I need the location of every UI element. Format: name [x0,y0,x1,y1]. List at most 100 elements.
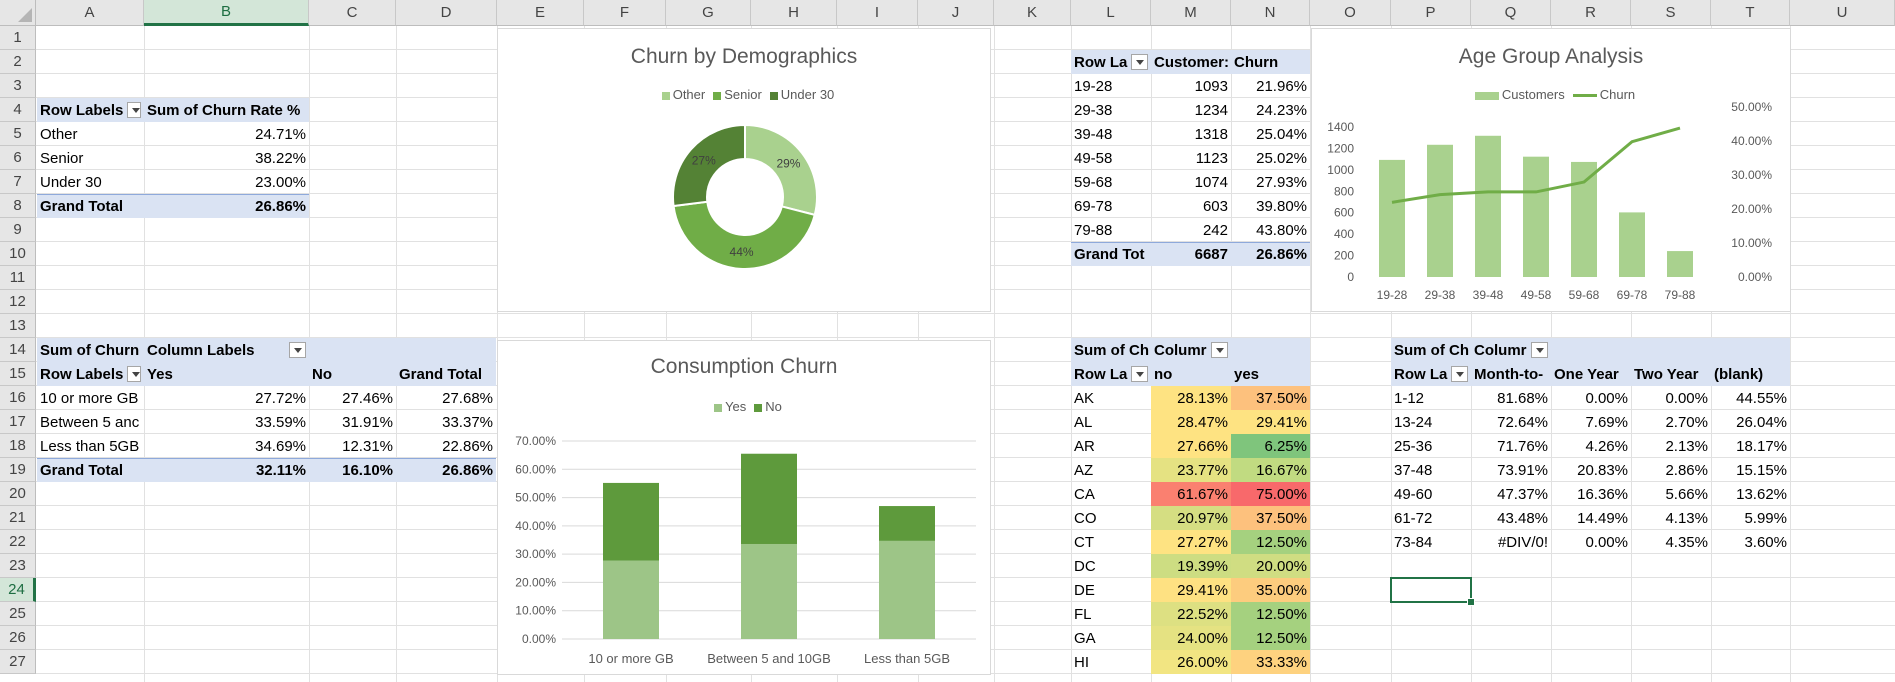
pivot-age-churn[interactable]: 21.96% [1231,74,1310,98]
row-header-13[interactable]: 13 [0,314,36,338]
pivot-state-no[interactable]: 29.41% [1151,578,1231,602]
pivot-cons-label[interactable]: Less than 5GB [37,434,144,458]
pivot-age-label[interactable]: 39-48 [1071,122,1151,146]
pivot-contract-label[interactable]: 73-84 [1391,530,1471,554]
column-header-o[interactable]: O [1310,0,1391,26]
filter-dropdown-icon[interactable] [1131,366,1148,382]
pivot-contract-label[interactable]: 25-36 [1391,434,1471,458]
pivot-state-yes[interactable]: 16.67% [1231,458,1310,482]
pivot-state-no[interactable]: 28.13% [1151,386,1231,410]
pivot-contract-label[interactable]: 61-72 [1391,506,1471,530]
select-all-corner[interactable] [0,0,36,26]
column-header-r[interactable]: R [1551,0,1631,26]
pivot-age-churn[interactable]: 25.04% [1231,122,1310,146]
column-header-i[interactable]: I [837,0,918,26]
pivot-cons-label[interactable]: 10 or more GB [37,386,144,410]
pivot-contract-two[interactable]: 5.66% [1631,482,1711,506]
pivot-contract-hdr-two[interactable]: Two Year [1631,362,1711,386]
pivot-contract-two[interactable]: 4.35% [1631,530,1711,554]
pivot-cons-total[interactable]: 22.86% [396,434,496,458]
pivot-contract-one[interactable]: 16.36% [1551,482,1631,506]
row-header-6[interactable]: 6 [0,146,36,170]
row-header-24[interactable]: 24 [0,578,36,602]
column-header-h[interactable]: H [751,0,837,26]
pivot-state-no[interactable]: 26.00% [1151,650,1231,674]
pivot-state-label[interactable]: CO [1071,506,1151,530]
pivot-cons-title[interactable]: Sum of Churn [37,338,144,362]
pivot-state-label[interactable]: AZ [1071,458,1151,482]
pivot-state-no[interactable]: 27.66% [1151,434,1231,458]
pivot-demo-total-value[interactable]: 26.86% [144,194,309,218]
pivot-age-churn[interactable]: 43.80% [1231,218,1310,242]
pivot-cons-column-labels[interactable]: Column Labels [144,338,309,362]
pivot-contract-row-labels[interactable]: Row La [1391,362,1471,386]
pivot-contract-one[interactable]: 14.49% [1551,506,1631,530]
pivot-cons-no[interactable]: 27.46% [309,386,396,410]
pivot-contract-label[interactable]: 37-48 [1391,458,1471,482]
pivot-cons-yes[interactable]: 27.72% [144,386,309,410]
pivot-age-customers[interactable]: 1074 [1151,170,1231,194]
row-header-11[interactable]: 11 [0,266,36,290]
pivot-cons-yes[interactable]: 33.59% [144,410,309,434]
pivot-state-yes[interactable]: 35.00% [1231,578,1310,602]
column-header-t[interactable]: T [1711,0,1790,26]
row-header-20[interactable]: 20 [0,482,36,506]
pivot-state-yes[interactable]: 37.50% [1231,506,1310,530]
pivot-state-label[interactable]: DC [1071,554,1151,578]
pivot-cons-hdr-no[interactable]: No [309,362,396,386]
pivot-contract-month[interactable]: 81.68% [1471,386,1551,410]
column-header-j[interactable]: J [918,0,994,26]
pivot-contract-month[interactable]: #DIV/0! [1471,530,1551,554]
pivot-state-title[interactable]: Sum of Ch [1071,338,1151,362]
pivot-cons-total[interactable]: 27.68% [396,386,496,410]
pivot-age-customers[interactable]: 1318 [1151,122,1231,146]
pivot-contract-month[interactable]: 73.91% [1471,458,1551,482]
pivot-contract-label[interactable]: 49-60 [1391,482,1471,506]
column-header-c[interactable]: C [309,0,396,26]
row-header-4[interactable]: 4 [0,98,36,122]
pivot-age-churn[interactable]: 27.93% [1231,170,1310,194]
pivot-age-hdr-customers[interactable]: Customer: [1151,50,1231,74]
pivot-contract-hdr-month[interactable]: Month-to- [1471,362,1551,386]
pivot-contract-two[interactable]: 2.86% [1631,458,1711,482]
pivot-state-no[interactable]: 23.77% [1151,458,1231,482]
pivot-state-yes[interactable]: 12.50% [1231,530,1310,554]
pivot-state-yes[interactable]: 6.25% [1231,434,1310,458]
pivot-state-yes[interactable]: 37.50% [1231,386,1310,410]
pivot-contract-month[interactable]: 47.37% [1471,482,1551,506]
pivot-cons-no[interactable]: 12.31% [309,434,396,458]
pivot-state-label[interactable]: CT [1071,530,1151,554]
pivot-age-customers[interactable]: 242 [1151,218,1231,242]
pivot-age-label[interactable]: 29-38 [1071,98,1151,122]
pivot-state-label[interactable]: CA [1071,482,1151,506]
pivot-contract-blank[interactable]: 26.04% [1711,410,1790,434]
column-header-g[interactable]: G [666,0,751,26]
pivot-state-no[interactable]: 61.67% [1151,482,1231,506]
row-header-7[interactable]: 7 [0,170,36,194]
filter-dropdown-icon[interactable] [127,366,141,382]
pivot-contract-one[interactable]: 0.00% [1551,530,1631,554]
pivot-state-yes[interactable]: 12.50% [1231,602,1310,626]
pivot-state-no[interactable]: 24.00% [1151,626,1231,650]
pivot-cons-yes[interactable]: 34.69% [144,434,309,458]
column-header-e[interactable]: E [497,0,584,26]
pivot-age-customers[interactable]: 1234 [1151,98,1231,122]
row-header-19[interactable]: 19 [0,458,36,482]
pivot-cons-row-labels[interactable]: Row Labels [37,362,144,386]
filter-dropdown-icon[interactable] [288,342,306,358]
pivot-contract-column-labels[interactable]: Columr [1471,338,1551,362]
pivot-cons-total-yes[interactable]: 32.11% [144,458,309,482]
column-header-q[interactable]: Q [1471,0,1551,26]
pivot-state-yes[interactable]: 33.33% [1231,650,1310,674]
row-header-22[interactable]: 22 [0,530,36,554]
pivot-age-churn[interactable]: 24.23% [1231,98,1310,122]
pivot-age-total-churn[interactable]: 26.86% [1231,242,1310,266]
pivot-contract-blank[interactable]: 18.17% [1711,434,1790,458]
pivot-cons-total[interactable]: 33.37% [396,410,496,434]
pivot-age-row-labels[interactable]: Row La [1071,50,1151,74]
pivot-demo-label[interactable]: Senior [37,146,144,170]
pivot-contract-hdr-blank[interactable]: (blank) [1711,362,1790,386]
row-header-26[interactable]: 26 [0,626,36,650]
pivot-age-total-label[interactable]: Grand Tot [1071,242,1151,266]
pivot-contract-label[interactable]: 1-12 [1391,386,1471,410]
